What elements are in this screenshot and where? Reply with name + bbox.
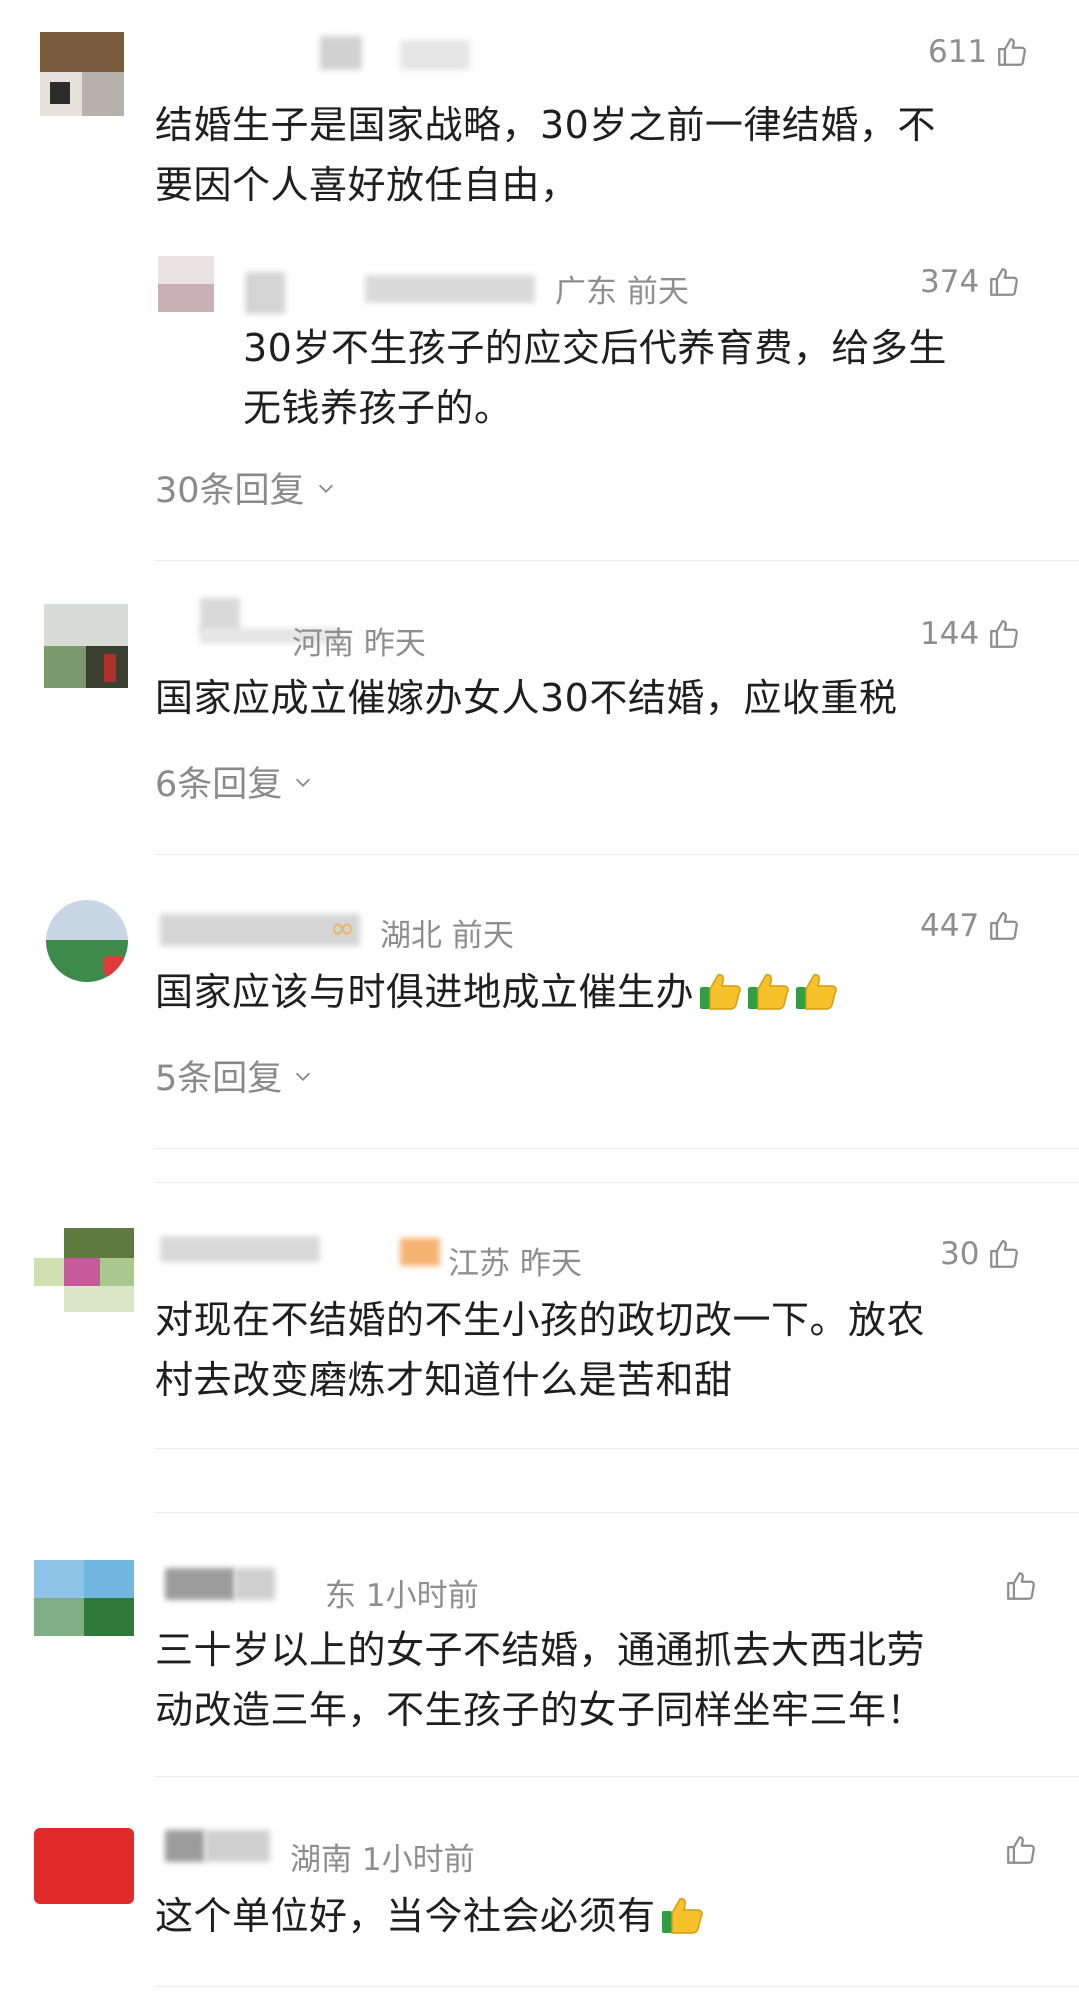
username[interactable]	[160, 1236, 320, 1262]
comment-meta: 湖北 前天	[380, 918, 514, 954]
thumbs-up-icon	[1007, 1572, 1035, 1600]
comment-meta: 湖南 1小时前	[290, 1842, 475, 1878]
like-button[interactable]: 144	[920, 614, 1021, 654]
comment-meta: 东 1小时前	[325, 1578, 479, 1614]
thumbs-up-icon	[990, 268, 1019, 296]
reply-text: 30岁不生孩子的应交后代养育费，给多生 无钱养孩子的。	[243, 326, 947, 430]
divider	[155, 560, 1079, 561]
avatar[interactable]	[40, 32, 124, 116]
chevron-down-icon	[318, 484, 333, 493]
username[interactable]	[320, 36, 362, 70]
avatar[interactable]	[34, 1560, 134, 1636]
thumbs-up-emoji-icon	[661, 1898, 703, 1934]
like-count: 447	[920, 908, 980, 944]
like-count: 611	[928, 34, 988, 70]
divider	[155, 1148, 1079, 1149]
like-button[interactable]	[996, 1566, 1038, 1606]
username[interactable]	[165, 1830, 205, 1862]
thumbs-up-icon	[990, 1240, 1019, 1268]
thumbs-up-icon	[998, 38, 1027, 66]
thumbs-up-icon	[990, 912, 1019, 940]
comment-text: 国家应该与时俱进地成立催生办	[155, 962, 838, 1022]
divider	[155, 1776, 1079, 1777]
view-replies-button[interactable]: 6条回复	[155, 756, 314, 807]
divider	[155, 1448, 1079, 1449]
thumbs-up-icon	[990, 620, 1019, 648]
username[interactable]	[165, 1568, 235, 1600]
like-count: 144	[920, 616, 980, 652]
username	[235, 1568, 275, 1600]
like-count: 30	[940, 1236, 980, 1272]
divider	[155, 1986, 1079, 1987]
username	[400, 1238, 440, 1266]
comment-text: 结婚生子是国家战略，30岁之前一律结婚，不 要因个人喜好放任自由，	[155, 103, 936, 207]
username[interactable]	[245, 272, 285, 314]
view-replies-button[interactable]: 30条回复	[155, 462, 337, 513]
vip-badge-icon: ∞	[330, 911, 355, 946]
reply-meta: 广东 前天	[555, 274, 689, 310]
comment-text: 这个单位好，当今社会必须有	[155, 1886, 704, 1946]
like-button[interactable]: 374	[920, 262, 1021, 302]
like-button[interactable]	[996, 1830, 1038, 1870]
comment-text: 国家应成立催嫁办女人30不结婚，应收重税	[155, 676, 898, 720]
divider	[155, 854, 1079, 855]
chevron-down-icon	[296, 778, 311, 787]
thumbs-up-emoji-icon	[796, 974, 837, 1010]
like-button[interactable]: 447	[920, 906, 1021, 946]
comment-meta: 江苏 昨天	[448, 1246, 582, 1282]
like-button[interactable]: 611	[928, 32, 1029, 72]
divider	[155, 1182, 1079, 1183]
thumbs-up-emoji-icon	[748, 974, 789, 1010]
thumbs-up-emoji-icon	[700, 974, 741, 1010]
username	[400, 40, 470, 70]
avatar[interactable]	[44, 604, 128, 688]
chevron-down-icon	[296, 1072, 311, 1081]
view-replies-button[interactable]: 5条回复	[155, 1050, 314, 1101]
username	[205, 1830, 270, 1862]
avatar[interactable]	[158, 256, 214, 312]
avatar[interactable]	[34, 1228, 134, 1312]
comment-text: 三十岁以上的女子不结婚，通通抓去大西北劳 动改造三年，不生孩子的女子同样坐牢三年…	[155, 1628, 926, 1732]
comment-text: 对现在不结婚的不生小孩的政切改一下。放农 村去改变磨炼才知道什么是苦和甜	[155, 1298, 926, 1402]
thumbs-up-icon	[1007, 1836, 1035, 1864]
like-count: 374	[920, 264, 980, 300]
divider	[155, 1512, 1079, 1513]
like-button[interactable]: 30	[940, 1234, 1021, 1274]
username	[365, 275, 535, 303]
comment-meta: 河南 昨天	[292, 626, 426, 662]
avatar[interactable]	[34, 1828, 134, 1904]
avatar[interactable]	[46, 900, 128, 982]
